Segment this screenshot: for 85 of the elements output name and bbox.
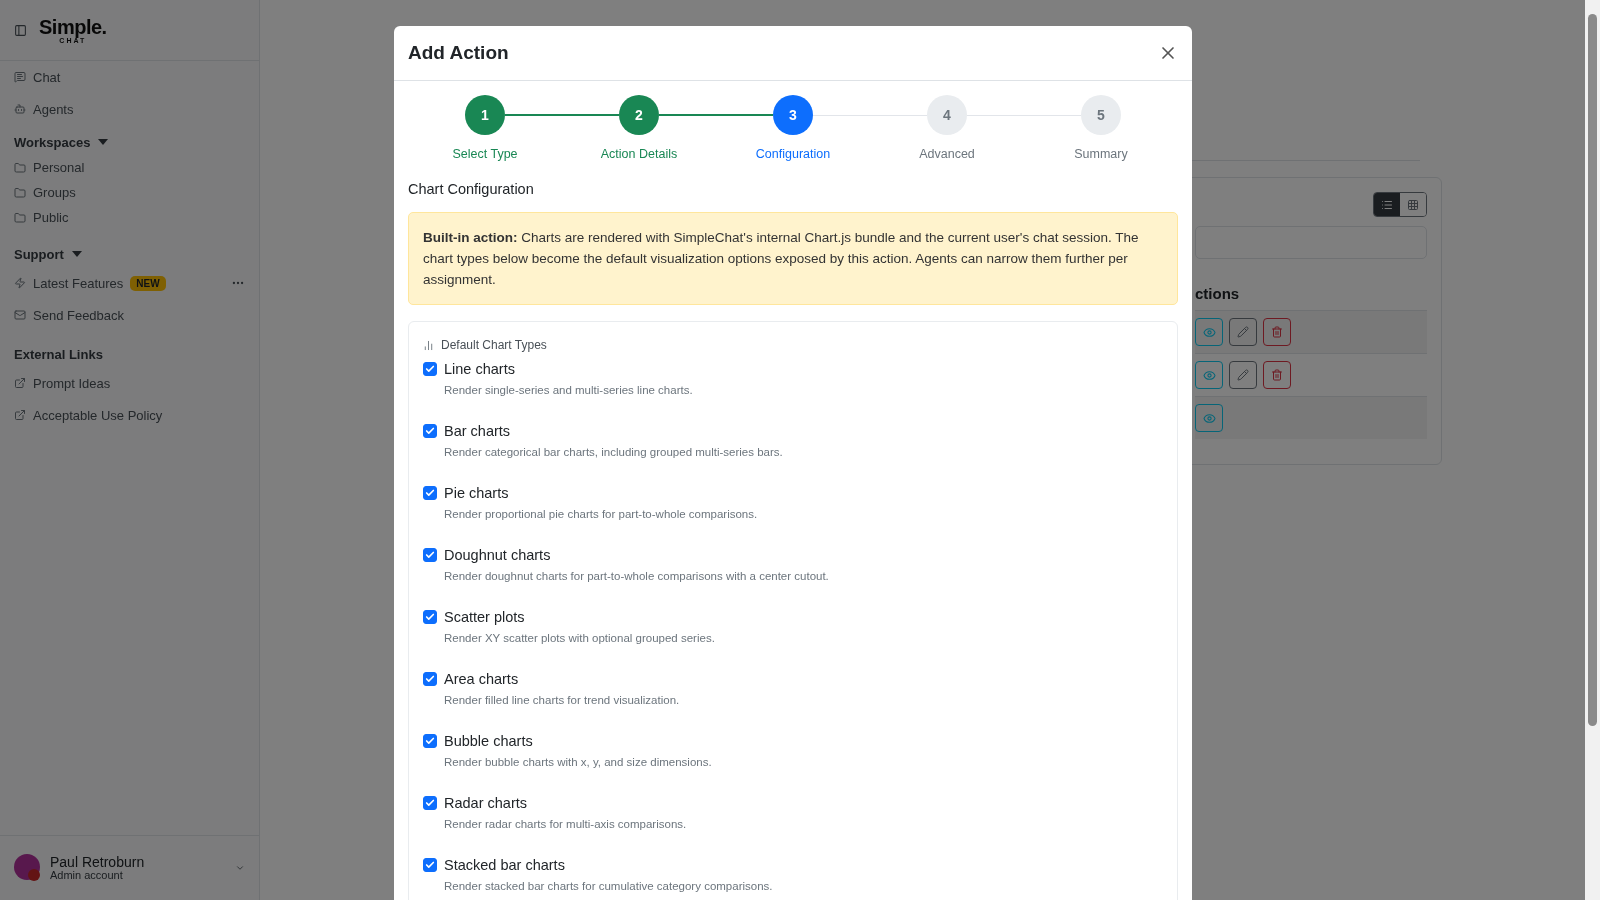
trash-icon [1271, 369, 1283, 381]
checkbox[interactable] [423, 424, 437, 438]
option-label: Stacked bar charts [444, 857, 565, 873]
lightning-icon [14, 277, 26, 289]
avatar[interactable] [14, 854, 42, 882]
grid-icon [1407, 198, 1419, 211]
bar-chart-icon [423, 339, 434, 351]
section-header[interactable]: Support [14, 246, 64, 262]
nav-link[interactable]: Groups [33, 185, 76, 200]
list-icon [1381, 198, 1393, 211]
folder-icon [14, 186, 26, 199]
option-description: Render doughnut charts for part-to-whole comparisons with a center cutout. [444, 570, 830, 582]
step-label: Advanced [919, 147, 975, 161]
trash-icon [1271, 326, 1283, 338]
nav-link[interactable]: Public [33, 210, 69, 225]
sidebar-toggle-icon[interactable] [14, 23, 27, 37]
step-label: Select Type [452, 147, 518, 161]
folder-icon [14, 211, 26, 224]
option-description: Render stacked bar charts for cumulative category comparisons. [444, 880, 774, 892]
user-role: Admin account [50, 869, 124, 882]
checkbox[interactable] [423, 796, 437, 810]
section-header: External Links [14, 346, 103, 362]
user-name: Paul Retroburn [50, 854, 146, 870]
delete-button[interactable] [1263, 361, 1291, 389]
checkbox[interactable] [423, 362, 437, 376]
checkbox[interactable] [423, 610, 437, 624]
checkbox[interactable] [423, 548, 437, 562]
option-label: Bubble charts [444, 733, 533, 749]
section-heading: ctions [1195, 285, 1241, 302]
option-label: Line charts [444, 361, 515, 377]
external-link-icon [14, 409, 26, 421]
nav-link[interactable]: Send Feedback [33, 307, 125, 323]
option-description: Render radar charts for multi-axis comparisons. [444, 818, 688, 830]
checkbox[interactable] [423, 486, 437, 500]
nav-link[interactable]: Agents [33, 101, 74, 117]
option-label: Doughnut charts [444, 547, 551, 563]
caret-icon[interactable] [235, 863, 245, 873]
option-label: Area charts [444, 671, 519, 687]
option-label: Scatter plots [444, 609, 525, 625]
step-circle[interactable]: 5 [1081, 95, 1121, 135]
checkbox[interactable] [423, 672, 437, 686]
external-link-icon [14, 377, 26, 389]
eye-icon [1202, 368, 1216, 382]
option-label: Radar charts [444, 795, 527, 811]
folder-icon [14, 161, 26, 174]
option-description: Render proportional pie charts for part-to-whole comparisons. [444, 508, 759, 520]
checkbox[interactable] [423, 858, 437, 872]
section-header[interactable]: Workspaces [14, 134, 91, 150]
nav-link[interactable]: Acceptable Use Policy [33, 407, 163, 423]
list-view-button[interactable] [1374, 193, 1400, 216]
scrollbar[interactable] [1585, 0, 1600, 900]
delete-button[interactable] [1263, 318, 1291, 346]
options-title: Default Chart Types [441, 338, 547, 352]
nav-link[interactable]: Personal [33, 160, 85, 175]
option-label: Pie charts [444, 485, 509, 501]
edit-button[interactable] [1229, 361, 1257, 389]
step-circle[interactable]: 2 [619, 95, 659, 135]
step-label: Configuration [755, 147, 831, 161]
checkbox[interactable] [423, 734, 437, 748]
pencil-icon [1237, 326, 1249, 338]
step-circle[interactable]: 4 [927, 95, 967, 135]
info-alert: Built-in action: Charts are rendered with SimpleChat's internal Chart.js bundle and the current user's chat session. The chart types below become the default visualization options exposed by this action. Agents can narrow them further per assignment. [408, 212, 1178, 305]
nav-link[interactable]: Chat [33, 69, 61, 85]
step-label: Summary [1074, 147, 1128, 161]
nav-link[interactable]: Latest Features [33, 275, 124, 291]
step-circle[interactable]: 3 [773, 95, 813, 135]
chat-icon [14, 71, 26, 83]
mail-icon [14, 309, 26, 321]
eye-icon [1202, 411, 1216, 425]
option-description: Render filled line charts for trend visualization. [444, 694, 681, 706]
section-title: Chart Configuration [408, 181, 535, 197]
eye-icon [1202, 325, 1216, 339]
pencil-icon [1237, 369, 1249, 381]
option-description: Render single-series and multi-series line charts. [444, 384, 694, 396]
new-badge: NEW [130, 275, 166, 291]
nav-link[interactable]: Prompt Ideas [33, 375, 111, 391]
option-label: Bar charts [444, 423, 511, 439]
step-circle[interactable]: 1 [465, 95, 505, 135]
edit-button[interactable] [1229, 318, 1257, 346]
option-description: Render XY scatter plots with optional grouped series. [444, 632, 716, 644]
option-description: Render bubble charts with x, y, and size dimensions. [444, 756, 713, 768]
option-description: Render categorical bar charts, including grouped multi-series bars. [444, 446, 784, 458]
dialog-title: Add Action [408, 42, 509, 64]
robot-icon [14, 103, 26, 115]
step-label: Action Details [600, 147, 678, 161]
